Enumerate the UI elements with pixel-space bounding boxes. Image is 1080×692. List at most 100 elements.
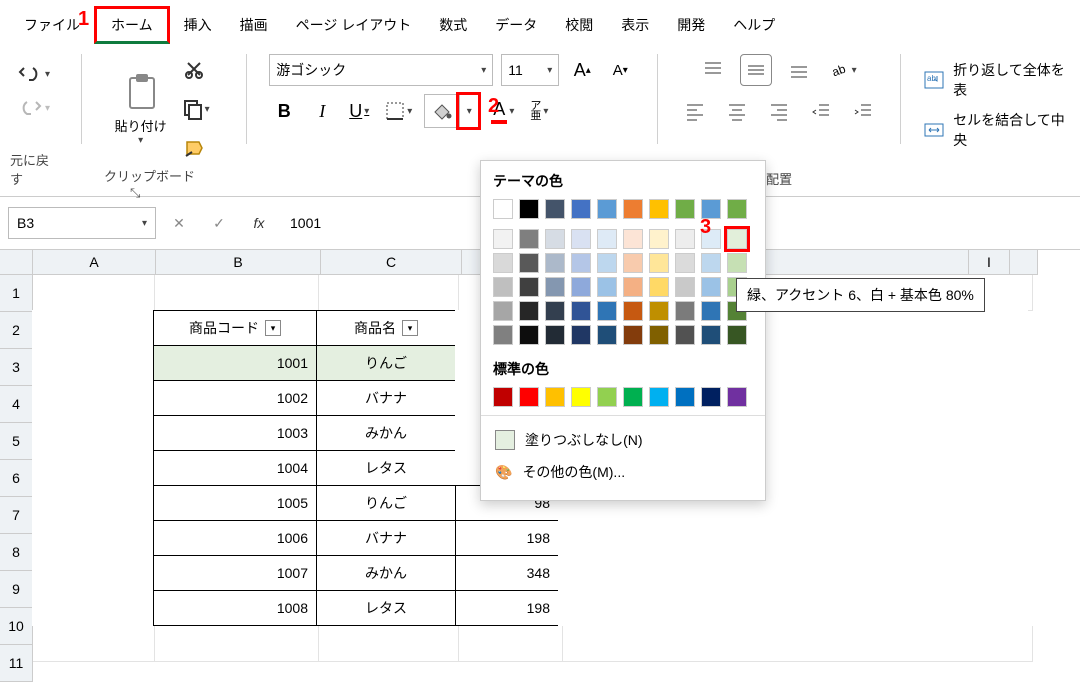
cell-c3[interactable]: りんご (316, 345, 456, 381)
color-swatch[interactable] (649, 229, 669, 249)
decrease-indent-button[interactable] (806, 96, 836, 126)
cell[interactable] (33, 275, 155, 311)
redo-button[interactable]: ▾ (13, 94, 57, 122)
cell[interactable] (155, 275, 319, 311)
color-swatch[interactable] (623, 229, 643, 249)
color-swatch[interactable] (493, 301, 513, 321)
italic-button[interactable]: I (307, 96, 337, 126)
underline-button[interactable]: U▾ (345, 96, 373, 126)
menu-draw[interactable]: 描画 (226, 9, 282, 41)
font-size-combo[interactable]: 11▾ (501, 54, 559, 86)
row-header[interactable]: 3 (0, 349, 33, 386)
color-swatch[interactable] (597, 253, 617, 273)
col-header[interactable]: B (156, 250, 321, 275)
align-top-button[interactable] (698, 55, 728, 85)
confirm-button[interactable]: ✓ (204, 208, 234, 238)
color-swatch[interactable] (545, 277, 565, 297)
align-right-button[interactable] (764, 96, 794, 126)
color-swatch[interactable] (545, 199, 565, 219)
increase-font-button[interactable]: A▴ (567, 55, 597, 85)
color-swatch[interactable] (649, 387, 669, 407)
color-swatch[interactable] (493, 387, 513, 407)
copy-button[interactable]: ▾ (179, 94, 214, 124)
color-swatch[interactable] (727, 229, 747, 249)
color-swatch[interactable] (727, 253, 747, 273)
color-swatch[interactable] (597, 229, 617, 249)
color-swatch[interactable] (701, 277, 721, 297)
cell[interactable] (32, 380, 154, 416)
cell[interactable] (32, 415, 154, 451)
color-swatch[interactable] (701, 387, 721, 407)
color-swatch[interactable] (519, 199, 539, 219)
cell[interactable] (32, 345, 154, 381)
color-swatch[interactable] (649, 301, 669, 321)
color-swatch[interactable] (701, 253, 721, 273)
cell[interactable] (33, 626, 155, 662)
menu-view[interactable]: 表示 (607, 9, 663, 41)
color-swatch[interactable] (571, 325, 591, 345)
color-swatch[interactable] (493, 325, 513, 345)
color-swatch[interactable] (545, 253, 565, 273)
cell[interactable] (558, 590, 1028, 626)
color-swatch[interactable] (623, 387, 643, 407)
row-header[interactable]: 9 (0, 571, 33, 608)
color-swatch[interactable] (519, 229, 539, 249)
color-swatch[interactable] (571, 387, 591, 407)
cell[interactable] (155, 626, 319, 662)
menu-pagelayout[interactable]: ページ レイアウト (282, 9, 426, 41)
color-swatch[interactable] (571, 229, 591, 249)
menu-help[interactable]: ヘルプ (719, 9, 789, 41)
wrap-text-button[interactable]: ab 折り返して全体を表 (923, 60, 1070, 100)
color-swatch[interactable] (727, 387, 747, 407)
cell-b3[interactable]: 1001 (153, 345, 317, 381)
cell[interactable] (563, 626, 1033, 662)
color-swatch[interactable] (675, 199, 695, 219)
color-swatch[interactable] (597, 325, 617, 345)
row-header[interactable]: 7 (0, 497, 33, 534)
cell[interactable] (32, 310, 154, 346)
color-swatch[interactable] (519, 253, 539, 273)
color-swatch[interactable] (649, 253, 669, 273)
color-swatch[interactable] (597, 199, 617, 219)
cell[interactable]: 1008 (153, 590, 317, 626)
fill-color-dropdown[interactable]: ▾ (459, 95, 478, 127)
color-swatch[interactable] (545, 301, 565, 321)
color-swatch[interactable] (675, 325, 695, 345)
align-middle-button[interactable] (740, 54, 772, 86)
row-header[interactable]: 2 (0, 312, 33, 349)
orientation-button[interactable]: ab▾ (826, 55, 861, 85)
cell[interactable] (558, 555, 1028, 591)
row-header[interactable]: 8 (0, 534, 33, 571)
menu-insert[interactable]: 挿入 (170, 9, 226, 41)
col-header[interactable]: I (968, 250, 1010, 275)
cell[interactable]: バナナ (316, 520, 456, 556)
col-header[interactable]: C (321, 250, 462, 275)
cut-button[interactable] (179, 54, 209, 84)
color-swatch[interactable] (649, 199, 669, 219)
color-swatch[interactable] (493, 277, 513, 297)
font-name-combo[interactable]: 游ゴシック▾ (269, 54, 493, 86)
color-swatch[interactable] (727, 325, 747, 345)
align-left-button[interactable] (680, 96, 710, 126)
select-all-corner[interactable] (0, 250, 33, 275)
cell[interactable]: 1005 (153, 485, 317, 521)
color-swatch[interactable] (623, 199, 643, 219)
cell[interactable]: 198 (455, 520, 559, 556)
clipboard-launcher[interactable]: ⤡ (130, 185, 140, 200)
cell[interactable] (459, 626, 563, 662)
decrease-font-button[interactable]: A▾ (605, 55, 635, 85)
color-swatch[interactable] (519, 301, 539, 321)
color-swatch[interactable] (493, 229, 513, 249)
color-swatch[interactable] (675, 277, 695, 297)
color-swatch[interactable] (519, 325, 539, 345)
increase-indent-button[interactable] (848, 96, 878, 126)
cell[interactable]: バナナ (316, 380, 456, 416)
color-swatch[interactable] (623, 277, 643, 297)
undo-button[interactable]: ▾ (13, 60, 57, 88)
cell[interactable]: 348 (455, 555, 559, 591)
color-swatch[interactable] (545, 387, 565, 407)
color-swatch[interactable] (623, 301, 643, 321)
cell[interactable]: 1002 (153, 380, 317, 416)
align-center-button[interactable] (722, 96, 752, 126)
row-header[interactable]: 10 (0, 608, 33, 645)
